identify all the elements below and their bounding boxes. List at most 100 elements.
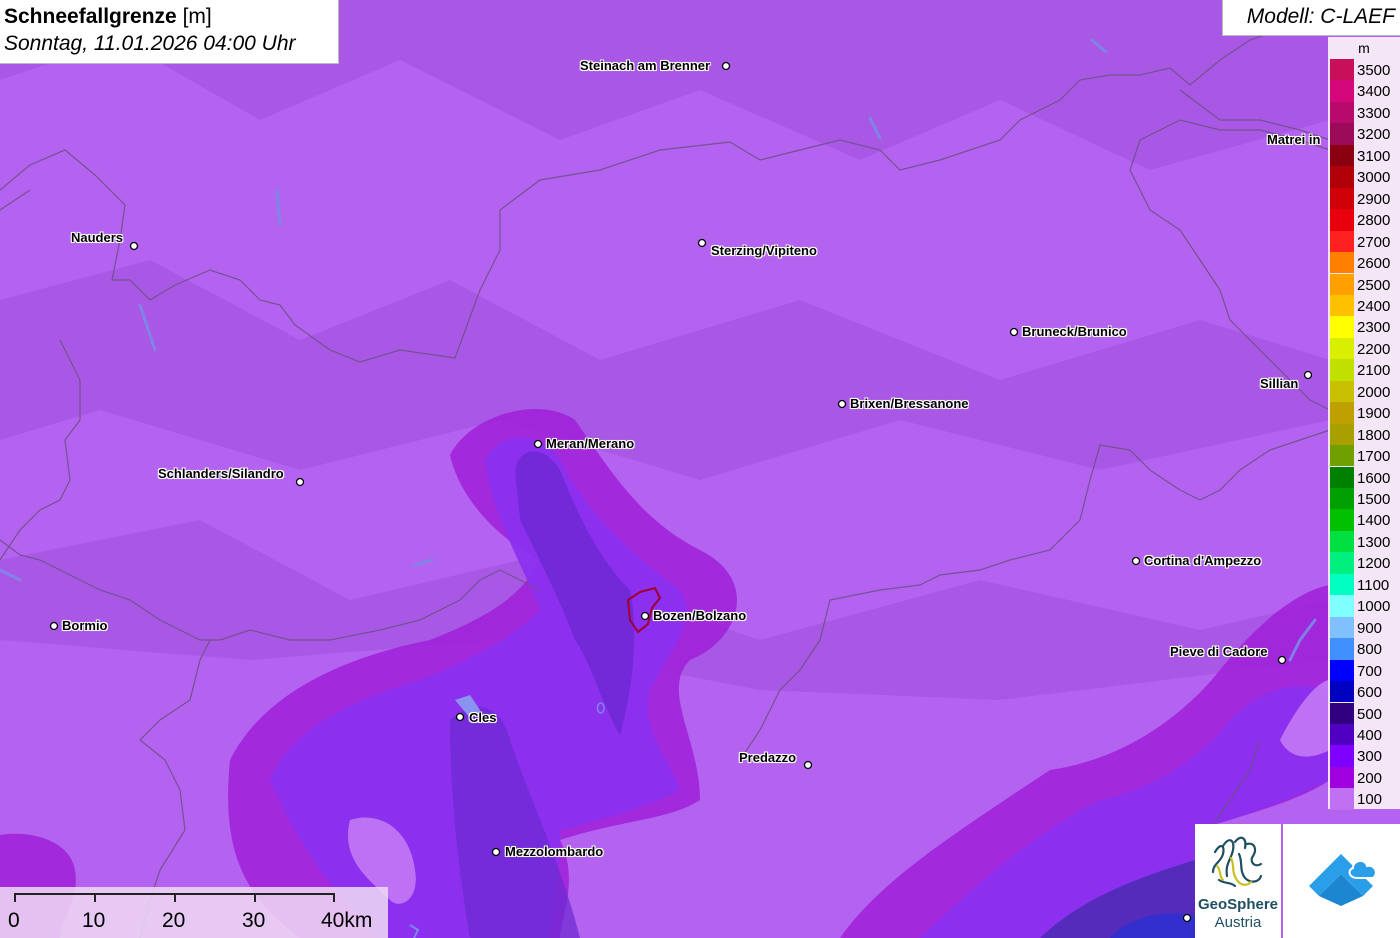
legend-label: 2400: [1357, 297, 1391, 315]
legend-entry: 2600: [1330, 252, 1400, 274]
town-label-brixen: Brixen/Bressanone: [850, 396, 969, 411]
legend-swatch: [1330, 380, 1354, 403]
legend-entry: 1400: [1330, 509, 1400, 531]
legend-label: 2800: [1357, 212, 1391, 230]
legend-entry: 700: [1330, 659, 1400, 681]
legend-swatch: [1330, 766, 1354, 789]
legend-swatch: [1330, 509, 1354, 531]
town-label-pieve: Pieve di Cadore: [1170, 644, 1268, 659]
legend-label: 900: [1357, 619, 1383, 637]
town-label-cles: Cles: [469, 710, 497, 725]
town-label-mezzolombardo: Mezzolombardo: [505, 844, 604, 859]
legend-swatch: [1330, 59, 1354, 81]
legend-label: 2000: [1357, 383, 1391, 401]
legend-entry: 200: [1330, 766, 1400, 789]
legend-swatch: [1330, 681, 1354, 703]
map-title-variable: Schneefallgrenze: [4, 5, 177, 28]
legend-swatch: [1330, 316, 1354, 338]
legend-swatch: [1330, 745, 1354, 767]
legend-label: 700: [1357, 662, 1383, 680]
legend-entry: 1900: [1330, 402, 1400, 424]
legend-swatch: [1330, 337, 1354, 360]
legend-entry: 800: [1330, 638, 1400, 660]
legend-label: 300: [1357, 748, 1383, 766]
legend-swatch: [1330, 659, 1354, 681]
legend-entry: 2300: [1330, 316, 1400, 338]
legend-label: 3000: [1357, 169, 1391, 187]
legend-label: 200: [1357, 769, 1383, 787]
legend-label: 500: [1357, 705, 1383, 723]
legend-swatch: [1330, 638, 1354, 660]
legend-label: 400: [1357, 726, 1383, 744]
legend-swatch: [1330, 466, 1354, 488]
scale-label-10: 10: [82, 909, 106, 932]
scale-tick: [174, 893, 176, 902]
legend-unit: m: [1358, 40, 1370, 56]
legend-swatch: [1330, 166, 1354, 188]
legend-swatch: [1330, 595, 1354, 617]
legend-swatch: [1330, 101, 1354, 124]
town-label-cortina: Cortina d'Ampezzo: [1144, 553, 1262, 568]
legend-label: 3500: [1357, 62, 1391, 79]
scale-bar: 0 10 20 30 40km: [0, 887, 388, 938]
legend-label: 2200: [1357, 340, 1391, 358]
legend-swatch: [1330, 359, 1354, 381]
legend-entry: 2900: [1330, 187, 1400, 210]
model-panel: Modell: C-LAEF: [1222, 0, 1400, 36]
legend-entry: 2500: [1330, 273, 1400, 295]
legend-entry: 900: [1330, 616, 1400, 639]
legend-label: 2700: [1357, 233, 1391, 251]
legend-entry: 1100: [1330, 573, 1400, 596]
legend-swatch: [1330, 530, 1354, 553]
legend-entry: 100: [1330, 788, 1400, 810]
scale-tick: [94, 893, 96, 902]
legend-entry: 3200: [1330, 123, 1400, 145]
cloud-arrow-icon: [1309, 854, 1377, 906]
scale-label-0: 0: [8, 909, 20, 932]
legend-label: 1900: [1357, 405, 1391, 423]
legend-label: 3100: [1357, 147, 1391, 165]
town-label-meran: Meran/Merano: [546, 436, 635, 451]
legend-entry: 600: [1330, 681, 1400, 703]
legend-entry: 2400: [1330, 294, 1400, 317]
legend-entry: 400: [1330, 723, 1400, 746]
legend-entry: 300: [1330, 745, 1400, 767]
town-label-bormio: Bormio: [62, 618, 108, 633]
legend-swatch: [1330, 273, 1354, 295]
legend-entry: 1800: [1330, 423, 1400, 446]
legend-entry: 2800: [1330, 209, 1400, 231]
legend-label: 3300: [1357, 104, 1391, 122]
town-label-bozen: Bozen/Bolzano: [653, 608, 747, 623]
partner-logo[interactable]: [1283, 824, 1400, 938]
legend-swatch: [1330, 788, 1354, 810]
legend-entry: 3500: [1330, 59, 1400, 81]
town-label-nauders: Nauders: [71, 230, 124, 245]
legend-entry: 1600: [1330, 466, 1400, 488]
legend-entry: 3300: [1330, 101, 1400, 124]
legend-label: 1200: [1357, 555, 1391, 573]
town-label-sillian: Sillian: [1260, 376, 1299, 391]
geosphere-logo-line2: Austria: [1214, 914, 1262, 931]
legend-label: 1700: [1357, 448, 1391, 466]
legend-swatch: [1330, 402, 1354, 424]
legend-swatch: [1330, 230, 1354, 252]
scale-label-40km: 40km: [321, 909, 373, 932]
geosphere-logo[interactable]: GeoSphere Austria: [1195, 824, 1281, 938]
legend-swatch: [1330, 488, 1354, 510]
model-label: Modell: C-LAEF: [1246, 5, 1395, 28]
town-label-steinach: Steinach am Brenner: [580, 58, 711, 73]
legend-label: 100: [1357, 791, 1383, 809]
legend-entry: 2100: [1330, 359, 1400, 381]
legend-label: 1100: [1357, 576, 1390, 594]
town-label-predazzo: Predazzo: [739, 750, 797, 765]
legend-entry: 1500: [1330, 488, 1400, 510]
legend-entry: 500: [1330, 702, 1400, 724]
legend-entry: 1000: [1330, 595, 1400, 617]
legend-label: 800: [1357, 641, 1383, 659]
legend-label: 1400: [1357, 512, 1391, 530]
legend-swatch: [1330, 294, 1354, 317]
map-valid-time: Sonntag, 11.01.2026 04:00 Uhr: [4, 32, 296, 55]
legend-entry: 1700: [1330, 445, 1400, 467]
legend-label: 3200: [1357, 126, 1391, 144]
legend-swatch: [1330, 144, 1354, 167]
